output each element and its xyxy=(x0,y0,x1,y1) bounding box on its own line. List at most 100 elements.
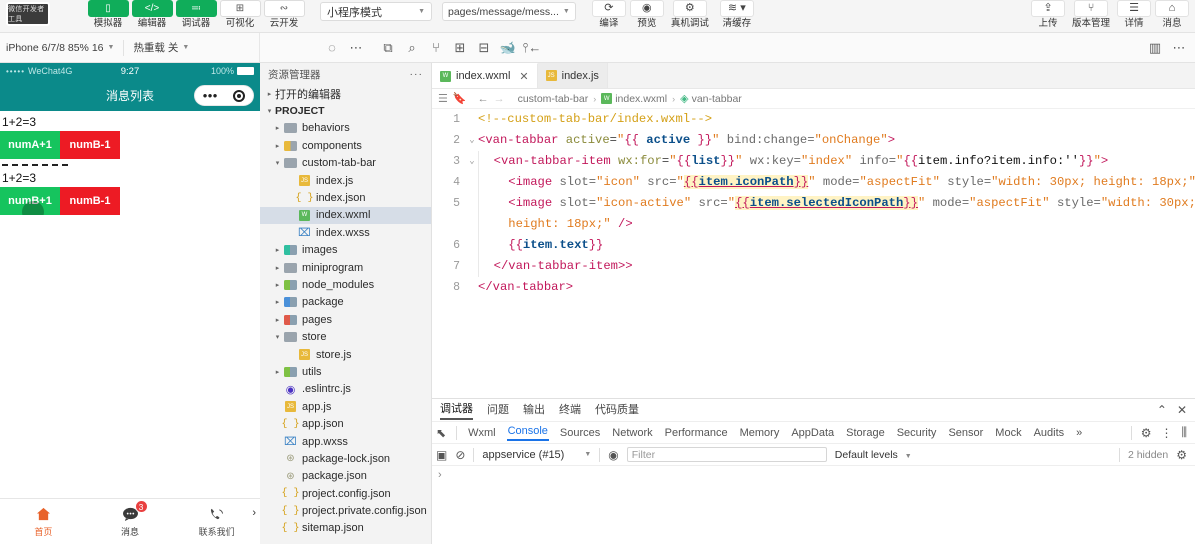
tree-item-behaviors[interactable]: ▸ behaviors xyxy=(260,120,431,137)
devtool-tab-memory[interactable]: Memory xyxy=(739,427,781,439)
kebab-menu-icon[interactable]: ⋮ xyxy=(1160,426,1172,440)
devtool-tab-security[interactable]: Security xyxy=(896,427,938,439)
tree-item-node-modules[interactable]: ▸ node_modules xyxy=(260,276,431,293)
editor-tab-index-js[interactable]: JS index.js xyxy=(538,63,608,88)
devtool-tab-sources[interactable]: Sources xyxy=(559,427,601,439)
toolbar-button-clearcache[interactable]: ≋ ▾ 清缓存 xyxy=(714,0,760,33)
device-select[interactable]: iPhone 6/7/8 85% 16 ▼ xyxy=(0,42,120,54)
tree-item-index-json[interactable]: { } index.json xyxy=(260,189,431,206)
eye-icon[interactable]: ◉ xyxy=(608,448,618,462)
split-layout-icon[interactable]: ▥ xyxy=(1143,36,1167,60)
save-icon[interactable]: ⊟ xyxy=(472,36,496,60)
devtool-tab-wxml[interactable]: Wxml xyxy=(467,427,497,439)
outline-icon[interactable]: ☰ xyxy=(438,92,448,105)
devtool-tab-console[interactable]: Console xyxy=(507,425,549,441)
extensions-icon[interactable]: ⊞ xyxy=(448,36,472,60)
devtool-tab-network[interactable]: Network xyxy=(611,427,653,439)
tree-item-store[interactable]: ▾ store xyxy=(260,328,431,345)
tabbar-item-contact[interactable]: 联系我们 xyxy=(173,505,260,538)
tree-item-components[interactable]: ▸ components xyxy=(260,137,431,154)
fold-marker[interactable]: ⌄ xyxy=(466,130,478,151)
refresh-icon[interactable]: ◌ xyxy=(320,36,344,60)
tree-item-store-js[interactable]: JS store.js xyxy=(260,346,431,363)
console-filter-input[interactable]: Filter xyxy=(627,447,827,462)
more-icon[interactable]: ••• xyxy=(203,89,218,102)
breadcrumb-item-symbol[interactable]: ◈ van-tabbar xyxy=(680,92,742,105)
console-levels-select[interactable]: Default levels ▼ xyxy=(835,449,912,461)
panel-tab-output[interactable]: 输出 xyxy=(523,401,545,419)
capsule-button[interactable]: ••• xyxy=(194,85,254,106)
inspect-icon[interactable]: ⬉ xyxy=(436,426,446,440)
numa-plus-button[interactable]: numA+1 xyxy=(0,131,60,159)
tree-item-sitemap-json[interactable]: { } sitemap.json xyxy=(260,520,431,537)
settings-icon[interactable]: ⚙ xyxy=(1176,448,1187,462)
toolbar-button-messages[interactable]: ⌂ 消息 xyxy=(1153,0,1191,33)
tree-item-miniprogram[interactable]: ▸ miniprogram xyxy=(260,259,431,276)
numb-plus-button[interactable]: numB+1 xyxy=(0,187,60,215)
toolbar-button-cloud[interactable]: ∾ 云开发 xyxy=(262,0,306,33)
devtool-tabs-overflow[interactable]: » xyxy=(1075,427,1083,439)
plugin-icon[interactable]: ⫯← xyxy=(520,36,544,60)
tree-item-app-json[interactable]: { } app.json xyxy=(260,415,431,432)
chevron-right-icon[interactable]: › xyxy=(252,507,256,519)
tree-item-index-wxss[interactable]: ⌧ index.wxss xyxy=(260,224,431,241)
toolbar-button-editor[interactable]: </> 编辑器 xyxy=(130,0,174,33)
panel-tab-terminal[interactable]: 终端 xyxy=(559,401,581,419)
panel-tab-problems[interactable]: 问题 xyxy=(487,401,509,419)
tree-item-eslintrc[interactable]: ◉ .eslintrc.js xyxy=(260,381,431,398)
devtool-tab-mock[interactable]: Mock xyxy=(994,427,1022,439)
more-icon[interactable]: ⋯ xyxy=(344,36,368,60)
fold-marker[interactable]: ⌄ xyxy=(466,151,478,172)
forward-arrow-icon[interactable]: → xyxy=(494,93,505,105)
dock-icon[interactable]: ⫼ xyxy=(1181,425,1187,440)
target-icon[interactable] xyxy=(233,90,245,102)
breadcrumb-item-folder[interactable]: custom-tab-bar xyxy=(518,93,589,105)
tree-item-pages[interactable]: ▸ pages xyxy=(260,311,431,328)
tree-item-package[interactable]: ▸ package xyxy=(260,294,431,311)
clear-icon[interactable]: ⊘ xyxy=(455,448,465,462)
tree-item-utils[interactable]: ▸ utils xyxy=(260,363,431,380)
search-icon[interactable]: ⌕ xyxy=(400,36,424,60)
devtool-tab-audits[interactable]: Audits xyxy=(1033,427,1066,439)
editor-tab-index-wxml[interactable]: W index.wxml ✕ xyxy=(432,63,538,88)
close-icon[interactable]: ✕ xyxy=(1177,403,1187,417)
collapse-icon[interactable]: ⌃ xyxy=(1157,403,1167,417)
devtool-tab-appdata[interactable]: AppData xyxy=(790,427,835,439)
tree-item-package-lock-json[interactable]: ⊛ package-lock.json xyxy=(260,450,431,467)
numb-minus-button[interactable]: numB-1 xyxy=(60,131,120,159)
devtool-tab-sensor[interactable]: Sensor xyxy=(947,427,984,439)
more-icon[interactable]: ⋯ xyxy=(1167,36,1191,60)
tabbar-item-home[interactable]: 首页 xyxy=(0,505,87,538)
panel-tab-codequality[interactable]: 代码质量 xyxy=(595,401,639,419)
docker-icon[interactable]: 🐋 xyxy=(496,36,520,60)
devtool-tab-performance[interactable]: Performance xyxy=(664,427,729,439)
toolbar-button-upload[interactable]: ⇪ 上传 xyxy=(1029,0,1067,33)
toolbar-button-details[interactable]: ☰ 详情 xyxy=(1115,0,1153,33)
tree-item-images[interactable]: ▸ images xyxy=(260,242,431,259)
toolbar-button-realdevice[interactable]: ⚙ 真机调试 xyxy=(666,0,714,33)
tree-item-package-json[interactable]: ⊛ package.json xyxy=(260,468,431,485)
hotreload-select[interactable]: 热重载 关 ▼ xyxy=(127,40,195,55)
tree-item-custom-tab-bar[interactable]: ▾ custom-tab-bar xyxy=(260,155,431,172)
numb-minus-button-2[interactable]: numB-1 xyxy=(60,187,120,215)
devtool-tab-storage[interactable]: Storage xyxy=(845,427,886,439)
page-path-select[interactable]: pages/message/mess... ▼ xyxy=(442,2,576,21)
tabbar-item-message[interactable]: 3 消息 xyxy=(87,505,174,538)
tree-item-index-wxml[interactable]: W index.wxml xyxy=(260,207,431,224)
tree-section-open-editors[interactable]: ▸ 打开的编辑器 xyxy=(260,85,431,102)
gear-icon[interactable]: ⚙ xyxy=(1141,426,1152,440)
compile-mode-select[interactable]: 小程序模式 ▼ xyxy=(320,2,432,21)
toolbar-button-simulator[interactable]: ▯ 模拟器 xyxy=(86,0,130,33)
console-context-select[interactable]: appservice (#15) ▼ xyxy=(482,449,591,461)
toolbar-button-debugger[interactable]: ≕ 调试器 xyxy=(174,0,218,33)
toolbar-button-preview[interactable]: ◉ 预览 xyxy=(628,0,666,33)
sidebar-icon[interactable]: ▣ xyxy=(436,448,447,462)
breadcrumb-item-file[interactable]: W index.wxml xyxy=(601,93,667,105)
bookmark-icon[interactable]: 🔖 xyxy=(453,92,467,105)
code-area[interactable]: 1 <!--custom-tab-bar/index.wxml--> 2 ⌄ <… xyxy=(432,109,1195,398)
tree-item-app-wxss[interactable]: ⌧ app.wxss xyxy=(260,433,431,450)
more-icon[interactable]: ··· xyxy=(410,68,424,80)
copy-icon[interactable]: ⧉ xyxy=(376,36,400,60)
toolbar-button-compile[interactable]: ⟳ 编译 xyxy=(590,0,628,33)
toolbar-button-version[interactable]: ⑂ 版本管理 xyxy=(1067,0,1115,33)
